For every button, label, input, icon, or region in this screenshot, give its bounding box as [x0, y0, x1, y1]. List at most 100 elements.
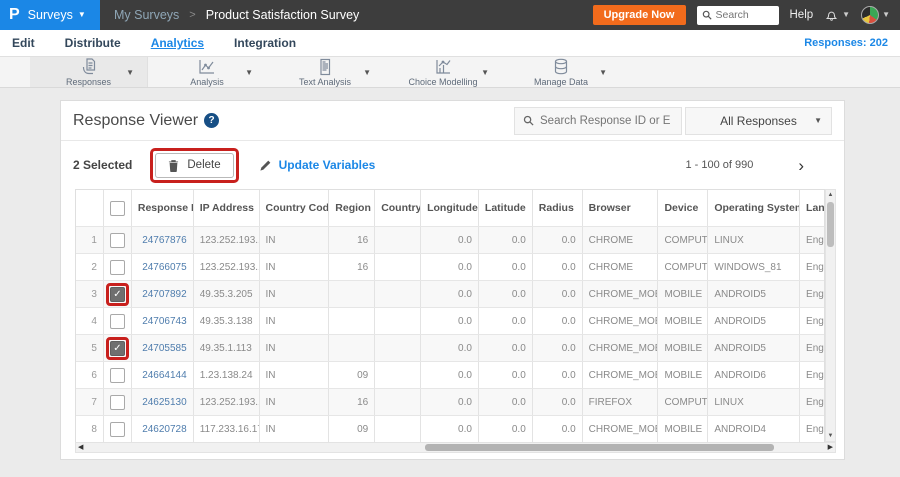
responses-count[interactable]: Responses: 202	[804, 37, 900, 49]
nav-tab-integration[interactable]: Integration	[234, 36, 296, 50]
chevron-down-icon: ▼	[842, 10, 851, 19]
cell-region: 16	[329, 389, 376, 415]
chevron-down-icon[interactable]: ▼	[363, 68, 371, 77]
scroll-left-arrow-icon[interactable]: ◀	[78, 443, 83, 452]
cell-ip: 49.35.3.205	[194, 281, 260, 307]
response-id-link[interactable]: 24625130	[132, 389, 194, 415]
row-checkbox[interactable]	[109, 367, 125, 383]
table-row: 124767876123.252.193.148IN160.00.00.0CHR…	[76, 226, 824, 253]
chevron-down-icon[interactable]: ▼	[599, 68, 607, 77]
text-analysis-icon	[320, 58, 331, 75]
row-checkbox[interactable]	[109, 286, 125, 302]
response-id-link[interactable]: 24620728	[132, 416, 194, 442]
table-header-row: Response ID▲ IP Address Country Code Region…	[76, 190, 824, 226]
checkbox-cell	[104, 281, 132, 307]
row-number: 2	[76, 254, 104, 280]
toolbar-item-responses[interactable]: Responses ▼	[30, 57, 148, 87]
scroll-up-arrow-icon[interactable]: ▲	[826, 192, 835, 198]
toolbar-item-text-analysis[interactable]: Text Analysis ▼	[266, 57, 384, 87]
cell-latitude: 0.0	[479, 308, 533, 334]
nav-tab-edit[interactable]: Edit	[12, 36, 35, 50]
select-all-checkbox[interactable]	[109, 200, 125, 216]
scroll-down-arrow-icon[interactable]: ▼	[826, 433, 835, 439]
update-variables-link[interactable]: Update Variables	[259, 158, 375, 172]
row-checkbox[interactable]	[109, 340, 125, 356]
response-search-box[interactable]	[514, 106, 682, 135]
cell-ip: 123.252.193.148	[194, 254, 260, 280]
help-icon[interactable]: ?	[204, 113, 220, 128]
cell-country	[375, 254, 422, 280]
toolbar-item-label: Text Analysis	[298, 76, 352, 87]
row-number: 7	[76, 389, 104, 415]
horizontal-scrollbar[interactable]: ◀ ▶	[75, 442, 836, 453]
breadcrumb-separator: >	[189, 9, 196, 21]
breadcrumb: My Surveys > Product Satisfaction Survey	[114, 8, 359, 22]
cell-country_code: IN	[260, 227, 330, 253]
next-page-chevron[interactable]: ›	[798, 157, 804, 174]
table-row: 824620728117.233.16.177IN090.00.00.0CHRO…	[76, 415, 824, 442]
cell-country	[375, 416, 422, 442]
upgrade-now-button[interactable]: Upgrade Now	[592, 5, 686, 25]
row-checkbox[interactable]	[109, 232, 125, 248]
help-link[interactable]: Help	[790, 9, 814, 21]
column-header-label: Response ID	[137, 202, 194, 214]
cell-country_code: IN	[260, 416, 330, 442]
cell-operating_system: ANDROID6	[708, 362, 801, 388]
responses-filter-dropdown[interactable]: All Responses ▼	[685, 106, 832, 135]
cell-device: MOBILE	[658, 308, 709, 334]
response-id-link[interactable]: 24767876	[132, 227, 194, 253]
response-id-link[interactable]: 24705585	[132, 335, 194, 361]
response-id-link[interactable]: 24664144	[132, 362, 194, 388]
cell-region: 16	[329, 227, 376, 253]
delete-button-label: Delete	[187, 159, 221, 171]
cell-language: Eng	[806, 369, 824, 381]
toolbar-item-label: Analysis	[190, 76, 224, 87]
cell-region: 16	[329, 254, 376, 280]
vertical-scrollbar[interactable]: ▲ ▼	[825, 189, 836, 442]
choice-modelling-icon	[436, 59, 451, 74]
breadcrumb-my-surveys[interactable]: My Surveys	[114, 8, 179, 22]
column-header-country_code: Country Code	[260, 190, 330, 226]
row-checkbox[interactable]	[109, 259, 125, 275]
row-checkbox[interactable]	[109, 394, 125, 410]
response-id-link[interactable]: 24706743	[132, 308, 194, 334]
cell-radius: 0.0	[533, 227, 583, 253]
row-number: 8	[76, 416, 104, 442]
chevron-down-icon[interactable]: ▼	[126, 68, 134, 77]
response-id-link[interactable]: 24707892	[132, 281, 194, 307]
surveys-menu[interactable]: P Surveys ▼	[0, 0, 100, 30]
cell-country_code: IN	[260, 335, 330, 361]
cell-radius: 0.0	[533, 416, 583, 442]
cell-latitude: 0.0	[479, 335, 533, 361]
column-header-response_id[interactable]: Response ID▲	[132, 190, 194, 226]
row-number: 6	[76, 362, 104, 388]
account-menu[interactable]: ▼	[861, 6, 890, 24]
column-header-label: Browser	[588, 202, 631, 214]
cell-longitude: 0.0	[421, 389, 479, 415]
nav-tab-distribute[interactable]: Distribute	[65, 36, 121, 50]
toolbar-item-manage-data[interactable]: Manage Data ▼	[502, 57, 620, 87]
cell-operating_system: WINDOWS_81	[708, 254, 801, 280]
chevron-down-icon[interactable]: ▼	[245, 68, 253, 77]
horizontal-scroll-thumb[interactable]	[425, 444, 775, 451]
global-search-box[interactable]	[696, 5, 779, 25]
cell-ip: 117.233.16.177	[194, 416, 260, 442]
scroll-right-arrow-icon[interactable]: ▶	[828, 443, 833, 452]
pagination: 1 - 100 of 990 ›	[685, 157, 832, 174]
nav-tab-analytics[interactable]: Analytics	[151, 36, 204, 50]
row-checkbox[interactable]	[109, 421, 125, 437]
global-search-input[interactable]	[715, 9, 774, 21]
vertical-scroll-thumb[interactable]	[827, 202, 834, 247]
cell-latitude: 0.0	[479, 281, 533, 307]
chevron-down-icon[interactable]: ▼	[481, 68, 489, 77]
analytics-toolbar: Responses ▼ Analysis ▼ Text Analysis ▼ C…	[0, 57, 900, 88]
row-checkbox[interactable]	[109, 313, 125, 329]
toolbar-item-analysis[interactable]: Analysis ▼	[148, 57, 266, 87]
response-search-input[interactable]	[540, 114, 670, 127]
delete-button[interactable]: Delete	[155, 152, 234, 178]
response-id-link[interactable]: 24766075	[132, 254, 194, 280]
cell-language: Eng	[806, 423, 824, 435]
cell-region	[329, 308, 376, 334]
notifications-menu[interactable]: ▼	[824, 8, 850, 23]
toolbar-item-choice-modelling[interactable]: Choice Modelling ▼	[384, 57, 502, 87]
